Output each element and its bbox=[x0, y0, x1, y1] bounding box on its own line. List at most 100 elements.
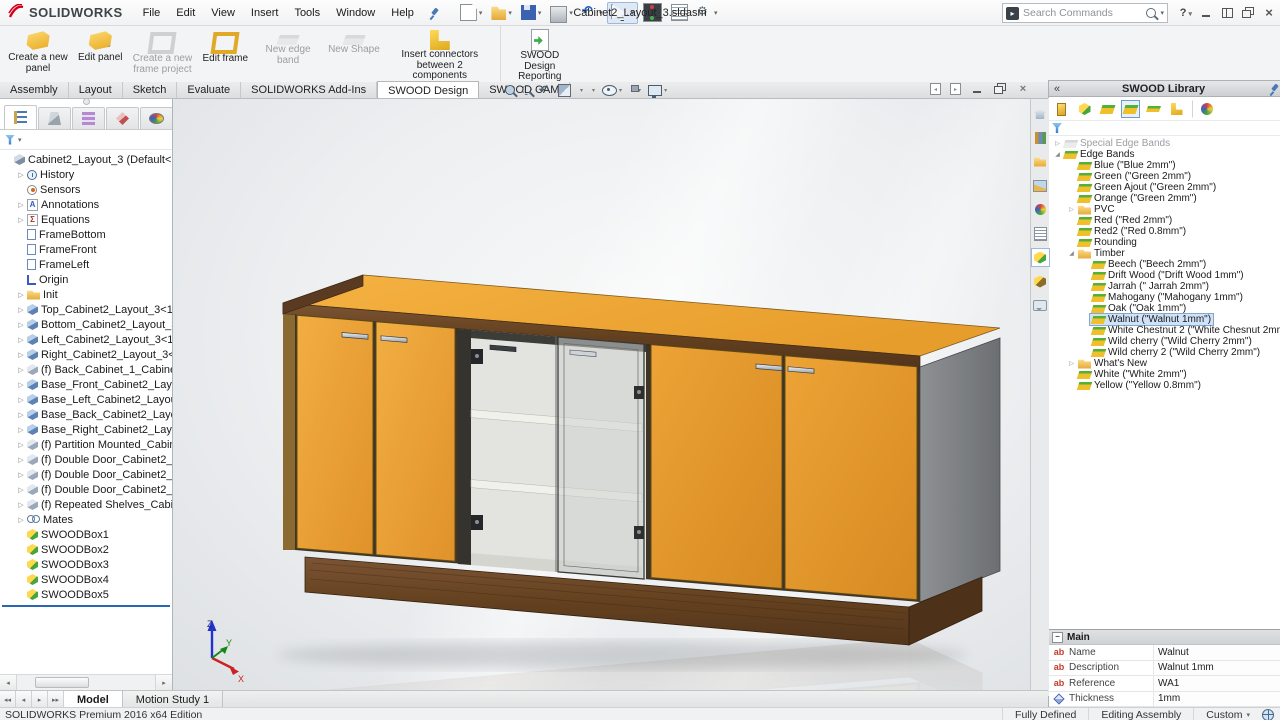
ribbon-button[interactable]: New edge band bbox=[253, 25, 323, 82]
property-value[interactable]: Walnut 1mm bbox=[1153, 661, 1280, 676]
feature-tree-item[interactable]: ▷ History bbox=[0, 167, 172, 182]
library-tool-button[interactable] bbox=[1192, 100, 1216, 118]
minimize-button[interactable] bbox=[1199, 7, 1213, 19]
feature-tree-item[interactable]: ▷ Base_Front_Cabinet2_Layout_3<1> (D bbox=[0, 377, 172, 392]
library-tool-button[interactable] bbox=[1098, 100, 1117, 118]
quick-tool-button[interactable] bbox=[456, 2, 487, 24]
expander-icon[interactable]: ◢ bbox=[1067, 250, 1076, 257]
library-tool-button[interactable] bbox=[1052, 100, 1071, 118]
property-row[interactable]: Reference WA1 bbox=[1049, 676, 1280, 692]
feature-tree-item[interactable]: ▷ Base_Back_Cabinet2_Layout_3<1> (De bbox=[0, 407, 172, 422]
library-tool-button[interactable] bbox=[1075, 100, 1094, 118]
view-tool-button[interactable] bbox=[539, 85, 551, 96]
menu-item[interactable]: Help bbox=[383, 3, 422, 23]
window-next-icon[interactable]: ▸ bbox=[950, 83, 961, 95]
library-tool-button[interactable] bbox=[1167, 100, 1186, 118]
document-tab[interactable]: Model bbox=[64, 691, 123, 708]
feature-tree-item[interactable]: SWOODBox4 bbox=[0, 572, 172, 587]
pin-panel-icon[interactable] bbox=[1268, 83, 1280, 95]
feature-tree-item[interactable]: FrameBottom bbox=[0, 227, 172, 242]
doc-close-button[interactable]: × bbox=[1016, 83, 1030, 95]
library-tree-item[interactable]: Walnut ("Walnut 1mm") bbox=[1049, 314, 1280, 325]
quick-tool-button[interactable] bbox=[487, 2, 516, 24]
tile-button[interactable] bbox=[1220, 7, 1234, 19]
feature-tree-item[interactable]: ▷ (f) Double Door_Cabinet2_2_Cabinet2_ bbox=[0, 467, 172, 482]
feature-tree-item[interactable]: ▷ Base_Right_Cabinet2_Layout_3<1> (D bbox=[0, 422, 172, 437]
properties-group-header[interactable]: − Main bbox=[1049, 630, 1280, 645]
expander-icon[interactable]: ▷ bbox=[16, 366, 26, 374]
property-row[interactable]: Thickness 1mm bbox=[1049, 692, 1280, 708]
feature-tree-item[interactable]: ▷ Left_Cabinet2_Layout_3<1> (Default< bbox=[0, 332, 172, 347]
feature-tree-item[interactable]: Cabinet2_Layout_3 (Default<Default_Displ bbox=[0, 152, 172, 167]
expander-icon[interactable]: ▷ bbox=[16, 471, 26, 479]
tab-scroll-last-icon[interactable]: ▸▸ bbox=[48, 691, 64, 708]
library-tree-item[interactable]: Red2 ("Red 0.8mm") bbox=[1049, 226, 1280, 237]
feature-tree-item[interactable]: ▷ (f) Back_Cabinet_1_Cabinet2_Layout_3 bbox=[0, 362, 172, 377]
library-tree-item[interactable]: White ("White 2mm") bbox=[1049, 369, 1280, 380]
expander-icon[interactable]: ▷ bbox=[16, 456, 26, 464]
feature-tree-item[interactable]: SWOODBox2 bbox=[0, 542, 172, 557]
library-tree-item[interactable]: Yellow ("Yellow 0.8mm") bbox=[1049, 380, 1280, 391]
search-caret-icon[interactable]: ▾ bbox=[1160, 9, 1164, 17]
panel-tab[interactable] bbox=[38, 107, 71, 129]
property-row[interactable]: Name Walnut bbox=[1049, 645, 1280, 661]
command-tab[interactable]: Sketch bbox=[123, 82, 178, 98]
command-tab[interactable]: Evaluate bbox=[177, 82, 241, 98]
command-tab[interactable]: SOLIDWORKS Add-Ins bbox=[241, 82, 377, 98]
search-flyout-icon[interactable]: ▸ bbox=[1006, 7, 1019, 20]
command-tab[interactable]: Layout bbox=[69, 82, 123, 98]
menu-item[interactable]: View bbox=[203, 3, 243, 23]
model-cabinet[interactable]: Z Y X bbox=[172, 98, 1030, 690]
task-pane-tab[interactable] bbox=[1031, 152, 1050, 171]
expander-icon[interactable]: ▷ bbox=[16, 321, 26, 329]
expander-icon[interactable]: ▷ bbox=[16, 426, 26, 434]
feature-tree-item[interactable]: SWOODBox1 bbox=[0, 527, 172, 542]
restore-button[interactable] bbox=[1241, 7, 1255, 19]
feature-tree-item[interactable]: ▷ Annotations bbox=[0, 197, 172, 212]
document-tab[interactable]: Motion Study 1 bbox=[123, 691, 223, 708]
doc-minimize-button[interactable] bbox=[970, 83, 984, 95]
feature-tree-item[interactable]: ▷ (f) Repeated Shelves_Cabinet2_Layout_ bbox=[0, 497, 172, 512]
view-tool-button[interactable] bbox=[522, 85, 532, 95]
menu-item[interactable]: Window bbox=[328, 3, 383, 23]
library-tree-item[interactable]: Wild cherry ("Wild Cherry 2mm") bbox=[1049, 336, 1280, 347]
expander-icon[interactable]: ▷ bbox=[1067, 360, 1076, 367]
expander-icon[interactable]: ◢ bbox=[1053, 151, 1062, 158]
window-prev-icon[interactable]: ◂ bbox=[930, 83, 941, 95]
property-value[interactable]: Walnut bbox=[1153, 645, 1280, 660]
library-tree-item[interactable]: Green ("Green 2mm") bbox=[1049, 171, 1280, 182]
property-row[interactable]: Description Walnut 1mm bbox=[1049, 661, 1280, 677]
view-tool-button[interactable] bbox=[590, 87, 595, 94]
search-icon[interactable] bbox=[1146, 8, 1156, 18]
panel-collapse-icon[interactable]: « bbox=[1049, 83, 1065, 95]
tab-scroll-left-icon[interactable]: ◂ bbox=[16, 691, 32, 708]
task-pane-tab[interactable] bbox=[1031, 296, 1050, 315]
expander-icon[interactable]: ▷ bbox=[16, 216, 26, 224]
expander-icon[interactable]: ▷ bbox=[16, 336, 26, 344]
quick-tool-button[interactable] bbox=[517, 2, 546, 24]
expander-icon[interactable]: ▷ bbox=[16, 201, 26, 209]
ribbon-button[interactable]: SWOOD Design Reporting bbox=[500, 25, 575, 82]
feature-tree-item[interactable]: FrameLeft bbox=[0, 257, 172, 272]
graphics-viewport[interactable]: Z Y X bbox=[172, 98, 1030, 690]
expander-icon[interactable]: ▷ bbox=[16, 486, 26, 494]
horizontal-scrollbar[interactable]: ◂ ▸ bbox=[0, 674, 172, 690]
config-selector[interactable]: Custom ▾ bbox=[1193, 708, 1262, 720]
expander-icon[interactable]: ▷ bbox=[16, 381, 26, 389]
quick-tool-button[interactable] bbox=[578, 2, 607, 24]
tree-filter-bar[interactable]: ▾ bbox=[0, 130, 172, 150]
command-tab[interactable]: SWOOD Design bbox=[377, 81, 479, 98]
panel-tab[interactable] bbox=[140, 107, 173, 129]
property-value[interactable]: WA1 bbox=[1153, 676, 1280, 691]
expander-icon[interactable]: ▷ bbox=[16, 306, 26, 314]
quick-tool-button[interactable] bbox=[667, 2, 692, 24]
feature-tree-item[interactable]: Sensors bbox=[0, 182, 172, 197]
panel-tab[interactable] bbox=[72, 107, 105, 129]
feature-tree-item[interactable]: ▷ Top_Cabinet2_Layout_3<1> (Default< bbox=[0, 302, 172, 317]
feature-tree-item[interactable]: SWOODBox5 bbox=[0, 587, 172, 602]
menu-item[interactable]: Insert bbox=[243, 3, 287, 23]
ribbon-button[interactable]: Create a new frame project bbox=[127, 25, 197, 82]
library-tree-item[interactable]: Green Ajout ("Green 2mm") bbox=[1049, 182, 1280, 193]
feature-tree-item[interactable]: SWOODBox3 bbox=[0, 557, 172, 572]
ribbon-button[interactable]: Insert connectors between 2 components bbox=[385, 25, 495, 82]
